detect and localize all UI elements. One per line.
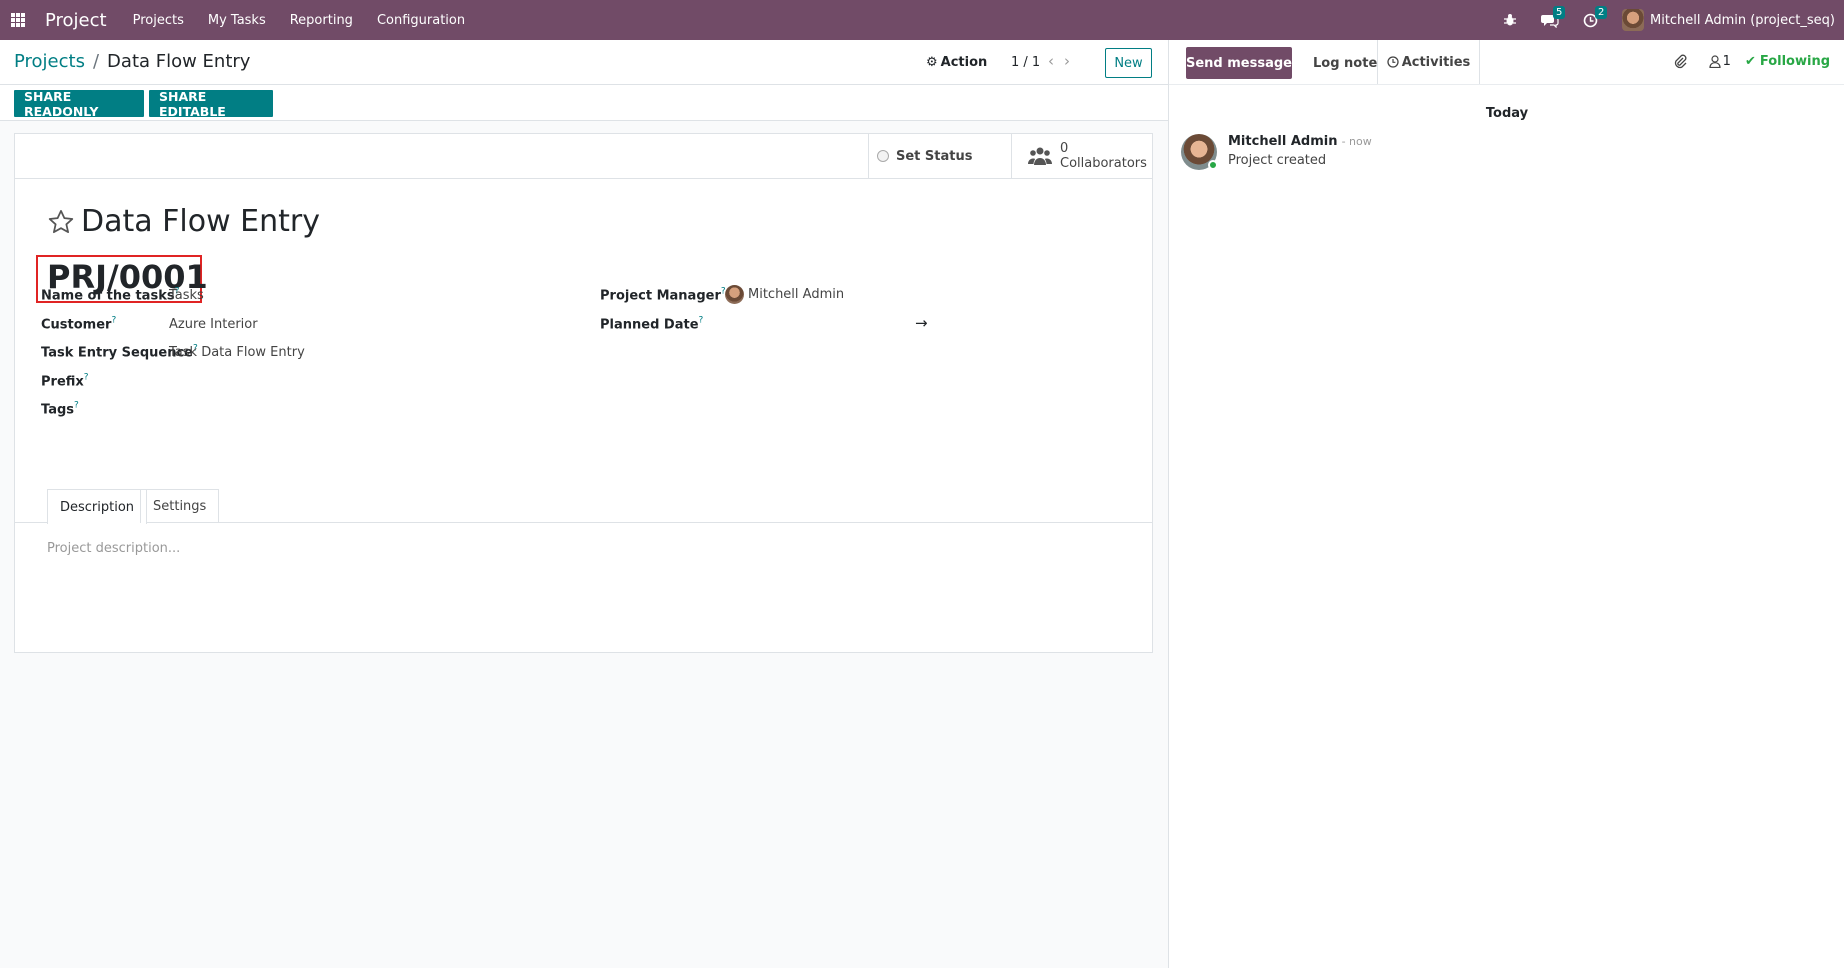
chevron-right-icon[interactable]: › [1064, 52, 1070, 70]
pager-value[interactable]: 1 / 1 [1011, 55, 1040, 70]
user-menu[interactable]: Mitchell Admin (project_seq) [1621, 9, 1835, 31]
chatter-message: Mitchell Admin - now Project created [1181, 134, 1372, 170]
breadcrumb: Projects / Data Flow Entry [14, 51, 250, 72]
collaborators-count: 0 [1060, 141, 1069, 156]
field-planned-date-label: Planned Date? [600, 316, 704, 333]
manager-avatar [725, 285, 744, 304]
user-avatar [1621, 9, 1644, 31]
status-bar: Set Status 0 Collaborators [15, 134, 1152, 179]
paperclip-icon[interactable] [1673, 53, 1687, 69]
message-text: Project created [1228, 153, 1327, 168]
chevron-left-icon[interactable]: ‹ [1048, 52, 1054, 70]
users-icon [1028, 147, 1052, 165]
chatter-panel: Send message Log note Activities 1 ✔ Fol… [1168, 40, 1844, 968]
field-tags-label: Tags? [41, 401, 79, 418]
date-separator: Today [1485, 106, 1529, 121]
top-navbar: Project Projects My Tasks Reporting Conf… [0, 0, 1844, 40]
menu-my-tasks[interactable]: My Tasks [196, 13, 278, 28]
check-icon: ✔ [1744, 53, 1756, 69]
user-icon [1709, 54, 1721, 68]
online-status-icon [1208, 160, 1218, 170]
activities-clock-icon[interactable]: 2 [1583, 5, 1608, 28]
project-title[interactable]: Data Flow Entry [81, 204, 320, 239]
header-buttons-bar: SHARE READONLY SHARE EDITABLE [0, 85, 1168, 121]
messages-count-badge: 5 [1552, 5, 1566, 19]
help-icon[interactable]: ? [84, 373, 89, 383]
menu-projects[interactable]: Projects [121, 13, 196, 28]
following-button[interactable]: ✔ Following [1745, 54, 1830, 69]
description-editor[interactable]: Project description... [47, 541, 180, 556]
activities-label: Activities [1401, 54, 1471, 70]
chatter-topbar: Send message Log note Activities 1 ✔ Fol… [1169, 40, 1844, 85]
field-tags-value[interactable] [169, 401, 469, 419]
main-menu: Projects My Tasks Reporting Configuratio… [121, 13, 478, 28]
breadcrumb-projects-link[interactable]: Projects [14, 51, 85, 72]
action-button[interactable]: ⚙ Action [926, 55, 987, 70]
field-task-entry-sequence-value[interactable]: Task Data Flow Entry [169, 345, 305, 360]
help-icon[interactable]: ? [699, 316, 704, 326]
menu-reporting[interactable]: Reporting [278, 13, 365, 28]
message-author-avatar[interactable] [1181, 134, 1218, 170]
new-button[interactable]: New [1105, 48, 1152, 78]
debug-bug-icon[interactable] [1503, 13, 1517, 27]
breadcrumb-current: Data Flow Entry [107, 51, 251, 72]
set-status-button[interactable]: Set Status [868, 134, 1011, 178]
breadcrumb-separator: / [92, 51, 100, 72]
pager-arrows: ‹ › [1048, 52, 1070, 70]
field-name-of-tasks-label: Name of the tasks? [41, 287, 180, 304]
field-project-manager-label: Project Manager? [600, 287, 726, 304]
apps-menu-icon[interactable] [11, 13, 25, 27]
share-editable-button[interactable]: SHARE EDITABLE [149, 89, 273, 119]
tab-settings[interactable]: Settings [140, 489, 220, 523]
tab-description[interactable]: Description [47, 489, 148, 524]
control-panel: Projects / Data Flow Entry ⚙ Action 1 / … [0, 40, 1168, 85]
messages-icon[interactable]: 5 [1540, 5, 1566, 28]
share-readonly-button[interactable]: SHARE READONLY [14, 89, 144, 119]
help-icon[interactable]: ? [74, 401, 79, 411]
field-project-manager-value[interactable]: Mitchell Admin [725, 285, 844, 304]
field-customer-label: Customer? [41, 316, 117, 333]
action-label: Action [940, 55, 988, 70]
star-icon[interactable] [47, 208, 75, 236]
send-message-button[interactable]: Send message [1186, 47, 1292, 79]
gear-icon: ⚙ [926, 55, 938, 70]
user-name: Mitchell Admin (project_seq) [1649, 12, 1835, 28]
collaborators-button[interactable]: 0 Collaborators [1011, 134, 1154, 178]
title-row: Data Flow Entry [47, 204, 320, 239]
activities-count-badge: 2 [1594, 5, 1608, 19]
form-sheet: Set Status 0 Collaborators Data Flow Ent… [14, 133, 1153, 653]
status-radio-icon [877, 150, 889, 162]
date-range-arrow-icon: → [915, 314, 928, 332]
chatter-tools: 1 ✔ Following [1673, 53, 1830, 69]
clock-icon [1387, 56, 1399, 68]
menu-configuration[interactable]: Configuration [365, 13, 477, 28]
set-status-label: Set Status [896, 148, 973, 164]
message-time: - now [1341, 135, 1372, 148]
message-author[interactable]: Mitchell Admin [1228, 134, 1337, 149]
activities-button[interactable]: Activities [1377, 40, 1480, 84]
collaborators-label: Collaborators [1060, 156, 1147, 171]
field-prefix-value[interactable] [169, 373, 469, 391]
followers-button[interactable]: 1 [1709, 54, 1731, 69]
field-name-of-tasks-value[interactable]: Tasks [169, 288, 204, 303]
followers-count: 1 [1722, 53, 1731, 69]
field-customer-value[interactable]: Azure Interior [169, 317, 258, 332]
notebook-tabs: Description Settings [15, 489, 1152, 524]
systray: 5 2 Mitchell Admin (project_seq) [1503, 0, 1844, 40]
following-label: Following [1759, 53, 1830, 69]
app-name[interactable]: Project [45, 10, 107, 31]
help-icon[interactable]: ? [111, 316, 116, 326]
field-prefix-label: Prefix? [41, 373, 89, 390]
